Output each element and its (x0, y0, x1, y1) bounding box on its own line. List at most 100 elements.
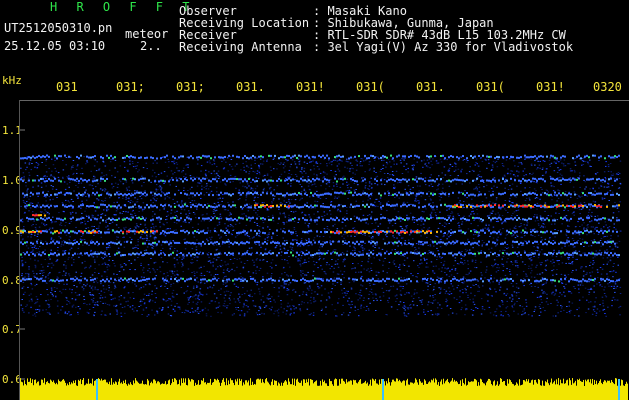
noise-pixel (329, 236, 331, 238)
noise-pixel (85, 190, 87, 192)
noise-pixel (85, 163, 87, 165)
noise-pixel (535, 250, 537, 251)
noise-pixel (160, 187, 163, 189)
noise-pixel (517, 210, 519, 211)
noise-pixel (170, 283, 172, 285)
noise-pixel (258, 243, 260, 245)
noise-pixel (212, 210, 215, 212)
noise-pixel (353, 227, 356, 229)
noise-pixel (255, 272, 257, 274)
noise-pixel (366, 269, 368, 271)
noise-pixel (295, 256, 297, 258)
noise-pixel (50, 222, 53, 224)
noise-pixel (608, 200, 610, 201)
noise-pixel (201, 214, 203, 216)
noise-pixel (560, 310, 562, 312)
noise-pixel (310, 220, 312, 222)
noise-pixel (49, 175, 52, 177)
noise-pixel (294, 199, 297, 201)
noise-pixel (603, 308, 606, 310)
noise-pixel (329, 268, 331, 270)
noise-pixel (439, 256, 441, 258)
noise-pixel (164, 235, 167, 237)
noise-pixel (430, 215, 432, 217)
noise-pixel (156, 311, 159, 313)
noise-pixel (187, 299, 190, 301)
noise-pixel (532, 235, 534, 237)
noise-pixel (618, 307, 620, 309)
noise-pixel (36, 236, 39, 237)
noise-pixel (421, 241, 424, 243)
noise-pixel (332, 271, 335, 273)
noise-pixel (103, 209, 105, 211)
noise-pixel (177, 170, 179, 172)
noise-pixel (420, 224, 422, 226)
noise-pixel (455, 183, 458, 185)
noise-pixel (512, 174, 515, 176)
noise-pixel (616, 206, 619, 208)
noise-pixel (211, 287, 214, 289)
noise-pixel (46, 312, 49, 314)
noise-pixel (157, 189, 159, 191)
noise-pixel (128, 260, 130, 262)
noise-pixel (189, 202, 192, 203)
noise-pixel (604, 221, 607, 223)
noise-pixel (369, 243, 372, 245)
noise-pixel (264, 238, 266, 240)
noise-pixel (525, 197, 528, 199)
noise-pixel (461, 221, 464, 223)
noise-pixel (283, 281, 286, 283)
noise-pixel (258, 166, 260, 168)
noise-pixel (213, 284, 215, 286)
noise-pixel (239, 182, 241, 184)
noise-pixel (299, 265, 302, 267)
noise-pixel (424, 313, 426, 315)
noise-pixel (446, 234, 449, 236)
noise-pixel (285, 201, 288, 203)
noise-pixel (339, 186, 342, 188)
noise-pixel (339, 209, 341, 211)
noise-pixel (429, 295, 431, 297)
noise-pixel (437, 188, 439, 190)
noise-pixel (407, 167, 409, 169)
noise-pixel (440, 287, 442, 289)
x-tick-6: 031( (356, 80, 385, 94)
noise-pixel (602, 305, 605, 307)
noise-pixel (533, 276, 536, 278)
noise-pixel (62, 288, 64, 290)
noise-pixel (184, 248, 187, 250)
noise-pixel (34, 285, 36, 287)
noise-pixel (310, 312, 312, 314)
noise-pixel (56, 197, 58, 198)
noise-pixel (156, 219, 159, 221)
noise-pixel (154, 172, 156, 174)
noise-pixel (539, 273, 541, 275)
noise-pixel (20, 304, 22, 306)
noise-pixel (308, 214, 310, 216)
noise-pixel (434, 212, 437, 214)
noise-pixel (281, 259, 283, 260)
noise-pixel (434, 235, 437, 237)
noise-pixel (590, 240, 593, 242)
noise-pixel (241, 209, 244, 210)
noise-pixel (232, 230, 234, 231)
noise-pixel (303, 282, 306, 284)
noise-pixel (229, 303, 231, 305)
noise-pixel (507, 189, 510, 190)
noise-pixel (499, 277, 502, 279)
noise-pixel (477, 251, 479, 253)
noise-pixel (364, 242, 366, 244)
noise-pixel (335, 183, 338, 185)
noise-pixel (412, 169, 414, 171)
noise-pixel (420, 244, 422, 246)
noise-pixel (399, 159, 402, 161)
noise-pixel (492, 202, 494, 204)
noise-pixel (417, 224, 419, 225)
noise-pixel (150, 227, 153, 229)
noise-pixel (446, 305, 449, 307)
x-tick-10: 0320 (593, 80, 622, 94)
noise-pixel (537, 223, 540, 225)
noise-pixel (326, 228, 329, 230)
noise-pixel (138, 288, 141, 290)
noise-pixel (24, 212, 26, 214)
